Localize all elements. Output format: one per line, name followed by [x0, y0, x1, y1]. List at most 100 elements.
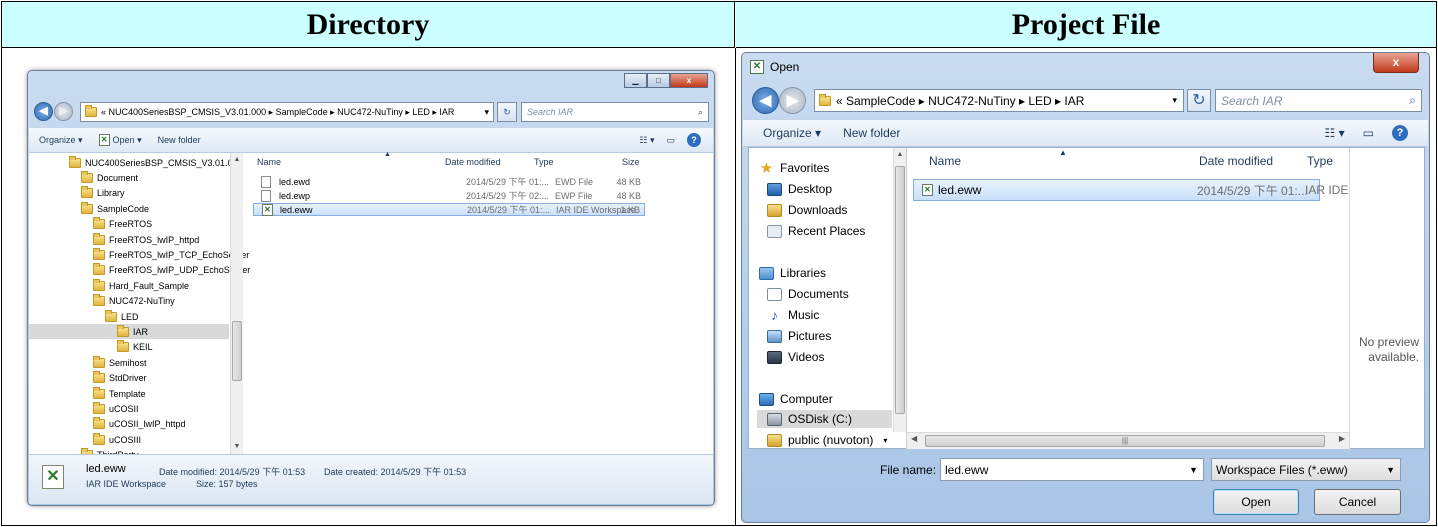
nav-scrollbar[interactable]: ▲ [893, 148, 906, 432]
file-type-select[interactable]: Workspace Files (*.eww) ▼ [1211, 458, 1401, 481]
open-button[interactable]: ✕ Open ▾ [98, 134, 142, 146]
tree-item-label: Semihost [109, 357, 147, 368]
nav-downloads[interactable]: Downloads [767, 201, 847, 219]
scroll-up-icon[interactable]: ▲ [231, 153, 243, 167]
cancel-button[interactable]: Cancel [1314, 489, 1401, 515]
maximize-button[interactable]: □ [647, 73, 670, 88]
tree-item[interactable]: KEIL [117, 340, 153, 355]
nav-computer[interactable]: Computer [759, 390, 833, 408]
search-input[interactable]: Search IAR ⌕ [521, 102, 709, 122]
tree-item[interactable]: Hard_Fault_Sample [93, 278, 189, 293]
tree-item[interactable]: StdDriver [93, 371, 147, 386]
address-bar[interactable]: « NUC400SeriesBSP_CMSIS_V3.01.000 ▸ Samp… [80, 102, 494, 122]
scroll-up-icon[interactable]: ▲ [894, 148, 906, 162]
chevron-down-icon[interactable]: ▼ [1386, 465, 1395, 475]
horizontal-scroll-thumb[interactable]: ||| [925, 435, 1325, 447]
tree-scroll-thumb[interactable] [232, 321, 242, 381]
tree-item[interactable]: FreeRTOS_lwIP_TCP_EchoServer [93, 247, 249, 262]
preview-pane-icon[interactable]: ▭ [666, 135, 675, 146]
nav-pictures[interactable]: Pictures [767, 327, 831, 345]
nav-public-network[interactable]: public (nuvoton) ▾ [767, 431, 887, 449]
tree-item[interactable]: LED [105, 309, 139, 324]
file-name-input[interactable]: led.eww ▼ [940, 458, 1204, 481]
tree-item[interactable]: FreeRTOS_lwIP_httpd [93, 232, 199, 247]
nav-videos[interactable]: Videos [767, 348, 824, 366]
preview-pane-icon[interactable]: ▭ [1363, 126, 1374, 140]
nav-osdisk[interactable]: OSDisk (C:) [757, 410, 892, 428]
view-options-icon[interactable]: ☷ ▾ [639, 135, 654, 146]
refresh-icon[interactable]: ↻ [1187, 89, 1211, 112]
help-icon[interactable]: ? [687, 133, 701, 147]
folder-icon [105, 309, 117, 322]
folder-tree[interactable]: NUC400SeriesBSP_CMSIS_V3.01.000 Document L… [29, 153, 250, 461]
column-name[interactable]: Name [257, 157, 281, 167]
tree-item[interactable]: uCOSII [93, 401, 139, 416]
folder-icon [93, 417, 105, 430]
back-icon[interactable]: ◀ [34, 102, 53, 121]
forward-icon[interactable]: ▶ [779, 87, 806, 114]
column-date-modified[interactable]: Date modified [1199, 154, 1273, 168]
help-icon[interactable]: ? [1392, 125, 1408, 141]
breadcrumb[interactable]: « NUC400SeriesBSP_CMSIS_V3.01.000 ▸ Samp… [101, 107, 454, 118]
nav-recent-places[interactable]: Recent Places [767, 222, 865, 240]
file-row[interactable]: led.ewp 2014/5/29 下午 02:... EWP File 48 KB [253, 189, 645, 202]
chevron-down-icon[interactable]: ▾ [484, 107, 493, 118]
file-row-led-eww[interactable]: ✕ led.eww 2014/5/29 下午 01:... IAR IDE [913, 179, 1348, 201]
nav-libraries[interactable]: Libraries [759, 264, 826, 282]
tree-item[interactable]: Library [81, 186, 125, 201]
dialog-address-bar[interactable]: « SampleCode ▸ NUC472-NuTiny ▸ LED ▸ IAR… [814, 89, 1184, 112]
view-options-icon[interactable]: ☷ ▾ [1325, 126, 1345, 140]
tree-item[interactable]: NUC400SeriesBSP_CMSIS_V3.01.000 [69, 155, 243, 170]
column-divider [735, 48, 736, 525]
scroll-down-icon[interactable]: ▼ [231, 440, 243, 454]
tree-item[interactable]: Template [93, 386, 146, 401]
tree-item-label: FreeRTOS_lwIP_TCP_EchoServer [109, 249, 250, 260]
details-pane: ✕ led.eww IAR IDE Workspace Date modifie… [29, 454, 713, 504]
column-date-modified[interactable]: Date modified [445, 157, 501, 167]
minimize-button[interactable]: ▁ [624, 73, 647, 88]
back-icon[interactable]: ◀ [752, 87, 779, 114]
column-name[interactable]: Name [929, 154, 961, 168]
scroll-left-icon[interactable]: ◀ [911, 434, 917, 443]
column-type[interactable]: Type [1307, 154, 1333, 168]
tree-item[interactable]: SampleCode [81, 201, 149, 216]
new-folder-button[interactable]: New folder [158, 135, 201, 145]
tree-item[interactable]: NUC472-NuTiny [93, 294, 175, 309]
tree-scrollbar[interactable]: ▲ ▼ [230, 153, 243, 454]
nav-music[interactable]: ♪ Music [767, 306, 819, 324]
dialog-close-button[interactable]: x [1373, 53, 1419, 73]
nav-favorites[interactable]: ★ Favorites [759, 159, 830, 177]
nav-desktop[interactable]: Desktop [767, 180, 832, 198]
open-button[interactable]: Open [1213, 489, 1299, 515]
tree-item-label: Template [109, 388, 146, 399]
search-icon[interactable]: ⌕ [698, 107, 703, 118]
file-type: IAR IDE [1305, 183, 1349, 197]
organize-button[interactable]: Organize ▾ [763, 126, 821, 140]
tree-item[interactable]: Semihost [93, 355, 147, 370]
scroll-right-icon[interactable]: ▶ [1339, 434, 1345, 443]
file-row[interactable]: led.ewd 2014/5/29 下午 01:... EWD File 48 KB [253, 175, 645, 188]
dialog-breadcrumb[interactable]: « SampleCode ▸ NUC472-NuTiny ▸ LED ▸ IAR [836, 94, 1084, 108]
nav-scroll-thumb[interactable] [895, 166, 905, 414]
tree-item[interactable]: uCOSIII [93, 432, 141, 447]
organize-button[interactable]: Organize ▾ [39, 135, 83, 146]
tree-item[interactable]: FreeRTOS_lwIP_UDP_EchoServer [93, 263, 250, 278]
chevron-down-icon[interactable]: ▼ [1189, 465, 1198, 475]
tree-item[interactable]: uCOSII_lwIP_httpd [93, 417, 186, 432]
forward-icon[interactable]: ▶ [54, 102, 73, 121]
new-folder-button[interactable]: New folder [843, 126, 900, 140]
chevron-down-icon[interactable]: ▾ [883, 436, 887, 445]
chevron-down-icon[interactable]: ▾ [1172, 95, 1183, 106]
tree-item[interactable]: IAR [29, 324, 229, 340]
search-icon[interactable]: ⌕ [1409, 93, 1416, 108]
refresh-icon[interactable]: ↻ [497, 102, 517, 122]
nav-documents[interactable]: Documents [767, 285, 849, 303]
tree-item[interactable]: FreeRTOS [93, 217, 152, 232]
file-horizontal-scrollbar[interactable]: ◀ ||| ▶ [907, 432, 1349, 449]
file-row[interactable]: ✕ led.eww 2014/5/29 下午 01:... IAR IDE Works… [253, 203, 645, 216]
close-button[interactable]: x [670, 73, 708, 88]
tree-item[interactable]: Document [81, 170, 138, 185]
dialog-search-input[interactable]: Search IAR ⌕ [1215, 89, 1422, 112]
column-size[interactable]: Size [622, 157, 640, 167]
column-type[interactable]: Type [534, 157, 554, 167]
